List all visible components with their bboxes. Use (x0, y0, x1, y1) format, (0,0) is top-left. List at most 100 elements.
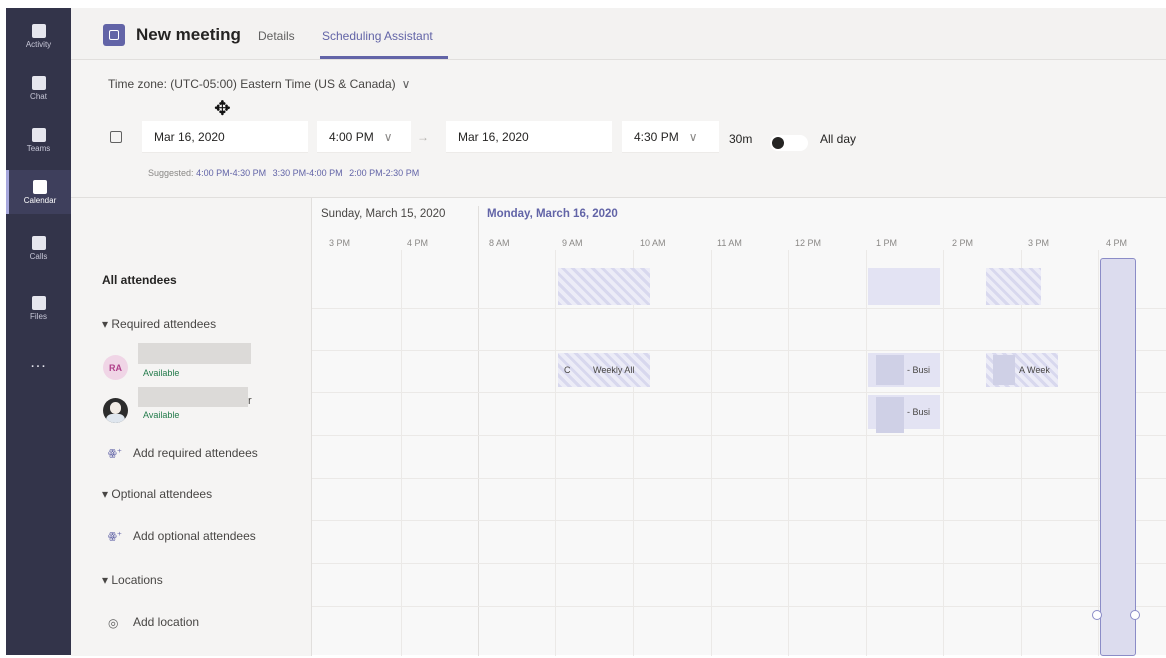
rail-item-calendar[interactable]: Calendar (6, 170, 71, 214)
move-cursor-icon: ✥ (214, 98, 231, 120)
calendar-icon (110, 131, 122, 143)
add-person-icon: ꙮ⁺ (108, 448, 123, 459)
grid-line (711, 250, 712, 656)
start-date-value: Mar 16, 2020 (154, 129, 225, 144)
hour-label: 2 PM (952, 238, 974, 248)
start-time-select[interactable]: 4:00 PM ∨ (317, 121, 411, 153)
hour-label: 3 PM (1028, 238, 1050, 248)
all-day-toggle[interactable] (770, 135, 808, 151)
rail-item-label: Activity (25, 39, 52, 49)
tentative-block (558, 268, 650, 305)
avatar: RA (103, 355, 128, 380)
timezone-label: Time zone: (UTC-05:00) Eastern Time (US … (108, 77, 396, 91)
rail-item-chat[interactable]: Chat (6, 66, 71, 110)
meeting-calendar-icon (103, 24, 125, 46)
suggested-slot[interactable]: 3:30 PM-4:00 PM (273, 168, 343, 178)
tab-details[interactable]: Details (258, 29, 295, 43)
end-date-field[interactable]: Mar 16, 2020 (446, 121, 612, 153)
start-time-value: 4:00 PM (329, 129, 374, 144)
rail-item-files[interactable]: Files (6, 286, 71, 330)
grid-line (312, 606, 1166, 607)
attendee-name-tail: r (248, 395, 252, 407)
selected-time-slot[interactable] (1100, 258, 1136, 656)
more-apps-button[interactable]: ... (6, 354, 71, 372)
redacted-name (138, 387, 248, 407)
hour-label: 4 PM (407, 238, 429, 248)
rail-item-teams[interactable]: Teams (6, 118, 71, 162)
hour-label: 9 AM (562, 238, 583, 248)
rail-item-label: Teams (26, 143, 51, 153)
event-title: Weekly All (593, 365, 635, 375)
active-tab-indicator (320, 56, 448, 59)
end-time-select[interactable]: 4:30 PM ∨ (622, 121, 719, 153)
rail-item-activity[interactable]: Activity (6, 14, 71, 58)
event-title: - Busi (907, 365, 931, 375)
grid-line (312, 392, 1166, 393)
redacted-name (138, 343, 251, 364)
add-location-button[interactable]: Add location (133, 615, 199, 629)
suggested-slot[interactable]: 2:00 PM-2:30 PM (349, 168, 419, 178)
scheduling-grid: All attendees ▾ Required attendees RA Av… (71, 197, 1166, 656)
hour-label: 11 AM (717, 238, 742, 248)
required-attendees-label: Required attendees (111, 317, 217, 331)
chevron-down-icon: ∨ (401, 77, 411, 91)
hour-label: 8 AM (489, 238, 510, 248)
locations-header[interactable]: ▾ Locations (102, 573, 163, 587)
grid-line (312, 478, 1166, 479)
page-title: New meeting (136, 25, 241, 44)
locations-label: Locations (111, 573, 163, 587)
all-attendees-label: All attendees (102, 273, 177, 287)
redacted-text (993, 355, 1015, 385)
hour-label: 3 PM (329, 238, 351, 248)
add-optional-attendees-button[interactable]: Add optional attendees (133, 529, 256, 543)
day-divider (478, 206, 479, 656)
meeting-form: New meeting Details Scheduling Assistant… (71, 8, 1166, 656)
redacted-text (876, 355, 904, 385)
timezone-select[interactable]: Time zone: (UTC-05:00) Eastern Time (US … (108, 77, 410, 91)
grid-line (943, 250, 944, 656)
end-date-value: Mar 16, 2020 (458, 129, 529, 144)
teams-icon (31, 127, 46, 142)
arrow-right-icon: → (417, 130, 429, 144)
grid-line (312, 308, 1166, 309)
hour-label: 1 PM (876, 238, 898, 248)
all-day-label: All day (820, 132, 857, 146)
grid-line (312, 435, 1166, 436)
rail-item-label: Calls (29, 251, 48, 261)
rail-item-label: Chat (30, 91, 47, 101)
toggle-knob (772, 137, 784, 149)
resize-handle-left[interactable] (1092, 610, 1102, 620)
tentative-block (986, 268, 1041, 305)
start-date-field[interactable]: Mar 16, 2020 (142, 121, 308, 153)
availability-status: Available (143, 410, 180, 420)
avatar (103, 398, 128, 423)
file-icon (31, 295, 46, 310)
attendee-column: All attendees ▾ Required attendees RA Av… (71, 198, 312, 656)
grid-line (866, 250, 867, 656)
grid-line (788, 250, 789, 656)
suggested-label: Suggested: (148, 168, 194, 178)
suggested-times: Suggested: 4:00 PM-4:30 PM 3:30 PM-4:00 … (148, 168, 423, 178)
grid-line (312, 520, 1166, 521)
bell-icon (31, 23, 46, 38)
chevron-down-icon: ∨ (688, 129, 698, 144)
optional-attendees-header[interactable]: ▾ Optional attendees (102, 487, 212, 501)
resize-handle-right[interactable] (1130, 610, 1140, 620)
grid-line (1098, 250, 1099, 656)
grid-line (633, 250, 634, 656)
suggested-slot[interactable]: 4:00 PM-4:30 PM (196, 168, 266, 178)
required-attendees-header[interactable]: ▾ Required attendees (102, 317, 216, 331)
hour-label: 4 PM (1106, 238, 1128, 248)
busy-block (868, 268, 940, 305)
add-required-attendees-button[interactable]: Add required attendees (133, 446, 258, 460)
rail-item-label: Calendar (23, 195, 57, 205)
chevron-down-icon: ∨ (383, 129, 393, 144)
grid-line (312, 563, 1166, 564)
phone-icon (31, 235, 46, 250)
app-rail: Activity Chat Teams Calendar Calls Files… (6, 8, 71, 655)
rail-item-calls[interactable]: Calls (6, 226, 71, 270)
end-time-value: 4:30 PM (634, 129, 679, 144)
tab-scheduling-assistant[interactable]: Scheduling Assistant (322, 29, 433, 43)
availability-status: Available (143, 368, 180, 378)
rail-item-label: Files (30, 311, 47, 321)
